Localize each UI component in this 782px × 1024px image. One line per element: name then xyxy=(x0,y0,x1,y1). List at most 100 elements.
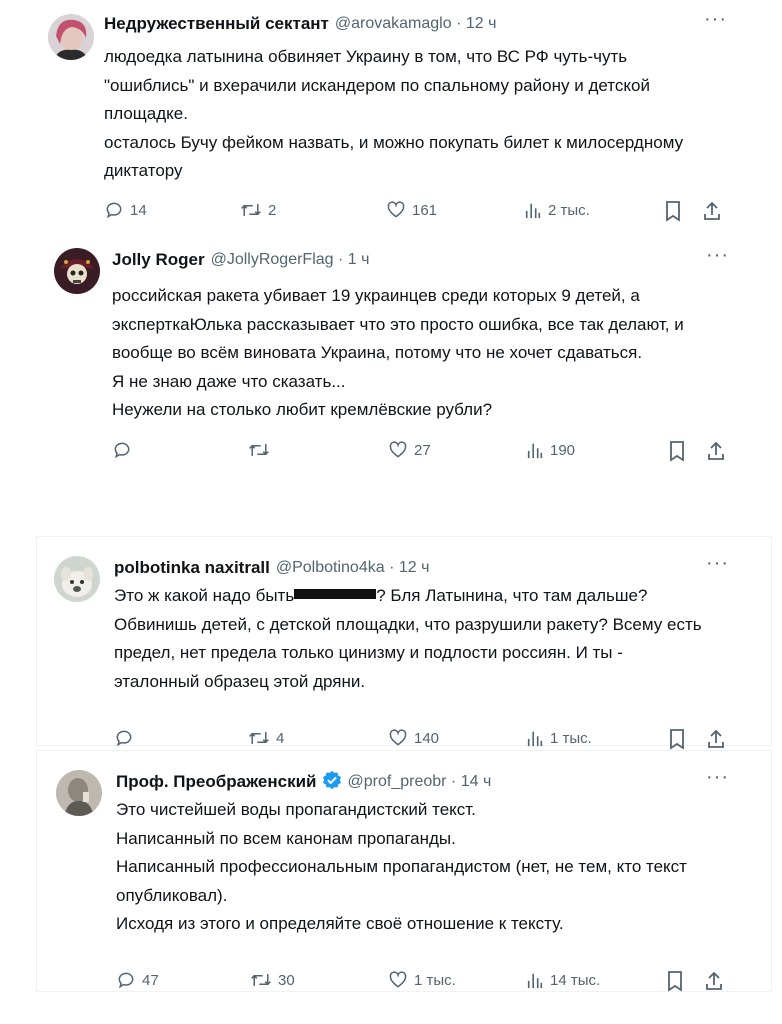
reply-icon xyxy=(106,202,122,219)
bookmark-icon xyxy=(668,971,682,992)
tweet-content: polbotinka naxitrall @Polbotino4ka · 12 … xyxy=(0,536,782,750)
repost-button[interactable]: 30 xyxy=(250,970,295,990)
like-button[interactable]: 1 тыс. xyxy=(388,970,456,990)
tweet-text-line: площадке. xyxy=(104,104,188,123)
more-icon[interactable]: ··· xyxy=(706,244,729,267)
tweet-text-line: эксперткаЮлька рассказывает что это прос… xyxy=(112,314,684,334)
repost-button[interactable]: 2 xyxy=(240,200,276,220)
repost-count: 2 xyxy=(268,201,277,219)
bookmark-button[interactable] xyxy=(666,970,684,997)
like-icon xyxy=(389,729,407,746)
like-count: 1 тыс. xyxy=(414,971,456,989)
avatar[interactable] xyxy=(48,14,94,60)
tweet-text: людоедка латынина обвиняет Украину в том… xyxy=(104,43,683,186)
tweet-header: polbotinka naxitrall @Polbotino4ka · 12 … xyxy=(114,556,429,580)
bookmark-button[interactable] xyxy=(668,440,686,467)
tweet-text-line: диктатору xyxy=(104,161,183,180)
tweet-text-segment: Это ж какой надо быть xyxy=(114,586,295,605)
tweet-text-segment: ? Бля Латынина, что там дальше? xyxy=(376,586,648,605)
repost-count: 4 xyxy=(276,729,285,747)
tweet-text: российская ракета убивает 19 украинцев с… xyxy=(112,282,684,425)
like-button[interactable]: 140 xyxy=(388,728,439,748)
avatar[interactable] xyxy=(54,556,100,602)
author-name[interactable]: polbotinka naxitrall xyxy=(114,558,270,578)
tweet-text-line: Обвинишь детей, с детской площадки, что … xyxy=(114,614,702,634)
author-handle[interactable]: @arovakamaglo · 12 ч xyxy=(335,15,497,33)
repost-icon xyxy=(249,444,269,456)
views-button[interactable]: 2 тыс. xyxy=(524,200,590,220)
author-name[interactable]: Проф. Преображенский xyxy=(116,772,317,792)
reply-icon xyxy=(114,442,130,459)
tweet-card[interactable]: Jolly Roger @JollyRogerFlag · 1 ч ··· ро… xyxy=(0,238,782,478)
author-name[interactable]: Jolly Roger xyxy=(112,250,205,270)
avatar[interactable] xyxy=(54,248,100,294)
views-button[interactable]: 1 тыс. xyxy=(526,728,592,748)
tweet-text-line: осталось Бучу фейком назвать, и можно по… xyxy=(104,132,684,152)
reply-button[interactable] xyxy=(114,728,140,748)
share-button[interactable] xyxy=(702,200,722,227)
views-count: 2 тыс. xyxy=(548,201,590,219)
avatar[interactable] xyxy=(56,770,102,816)
repost-icon xyxy=(249,732,269,744)
reply-icon xyxy=(118,972,134,989)
tweet-card[interactable]: Недружественный сектант @arovakamaglo · … xyxy=(0,0,782,238)
tweet-text-line: российская ракета убивает 19 украинцев с… xyxy=(112,286,640,305)
reply-button[interactable]: 14 xyxy=(104,200,147,220)
more-icon[interactable]: ··· xyxy=(706,552,729,575)
share-icon xyxy=(708,729,724,748)
tweet-header: Проф. Преображенский @prof_preobr · 14 ч xyxy=(116,770,491,794)
share-button[interactable] xyxy=(706,440,726,467)
redaction-bar xyxy=(294,588,377,599)
like-count: 27 xyxy=(414,441,431,459)
author-handle[interactable]: @prof_preobr · 14 ч xyxy=(348,773,492,791)
author-handle[interactable]: @Polbotino4ka · 12 ч xyxy=(276,559,430,577)
views-count: 1 тыс. xyxy=(550,729,592,747)
bookmark-icon xyxy=(670,729,684,750)
views-icon xyxy=(527,973,543,989)
share-icon xyxy=(706,971,722,990)
like-icon xyxy=(389,971,407,988)
action-bar: 4 140 1 тыс. xyxy=(114,728,726,750)
reply-count: 47 xyxy=(142,971,159,989)
tweet-text-line: Неужели на столько любит кремлёвские руб… xyxy=(112,400,493,419)
repost-button[interactable]: 4 xyxy=(248,728,284,748)
views-count: 190 xyxy=(550,441,576,459)
tweet-text-line: вообще во всём виновата Украина, потому … xyxy=(112,343,643,362)
repost-icon xyxy=(241,204,261,216)
more-icon[interactable]: ··· xyxy=(706,766,729,789)
reply-icon xyxy=(116,730,132,747)
views-icon xyxy=(527,731,543,747)
share-icon xyxy=(704,201,720,220)
views-icon xyxy=(525,203,541,219)
views-button[interactable]: 190 xyxy=(526,440,575,460)
reply-count: 14 xyxy=(130,201,147,219)
reply-button[interactable]: 47 xyxy=(116,970,159,990)
like-count: 161 xyxy=(412,201,438,219)
tweet-content: Проф. Преображенский @prof_preobr · 14 ч… xyxy=(0,750,782,992)
tweet-text-line: Это чистейшей воды пропагандистский текс… xyxy=(116,800,476,819)
repost-count: 30 xyxy=(278,971,295,989)
like-button[interactable]: 161 xyxy=(386,200,437,220)
tweet-text-line: предел, нет предела только цинизму и под… xyxy=(114,643,623,662)
views-icon xyxy=(527,443,543,459)
author-handle[interactable]: @JollyRogerFlag · 1 ч xyxy=(211,251,370,269)
bookmark-icon xyxy=(670,441,684,462)
more-icon[interactable]: ··· xyxy=(704,8,727,31)
repost-button[interactable] xyxy=(248,440,276,460)
tweet-text-line: Написанный профессиональным пропагандист… xyxy=(116,857,687,876)
author-name[interactable]: Недружественный сектант xyxy=(104,14,329,34)
tweet-text: Это чистейшей воды пропагандистский текс… xyxy=(116,796,687,939)
like-button[interactable]: 27 xyxy=(388,440,431,460)
tweet-text-line: людоедка латынина обвиняет Украину в том… xyxy=(104,47,628,66)
like-icon xyxy=(387,201,405,218)
tweet-text: Это ж какой надо быть ? Бля Латынина, что… xyxy=(114,582,702,696)
screenshot-collage: Недружественный сектант @arovakamaglo · … xyxy=(0,0,782,1024)
share-button[interactable] xyxy=(704,970,724,997)
action-bar: 47 30 1 тыс. 14 тыс. xyxy=(116,970,726,992)
tweet-text-line: эталонный образец этой дряни. xyxy=(114,671,366,691)
views-button[interactable]: 14 тыс. xyxy=(526,970,600,990)
reply-button[interactable] xyxy=(112,440,138,460)
tweet-text-line: Я не знаю даже что сказать... xyxy=(112,371,346,391)
views-count: 14 тыс. xyxy=(550,971,601,989)
bookmark-button[interactable] xyxy=(664,200,682,227)
